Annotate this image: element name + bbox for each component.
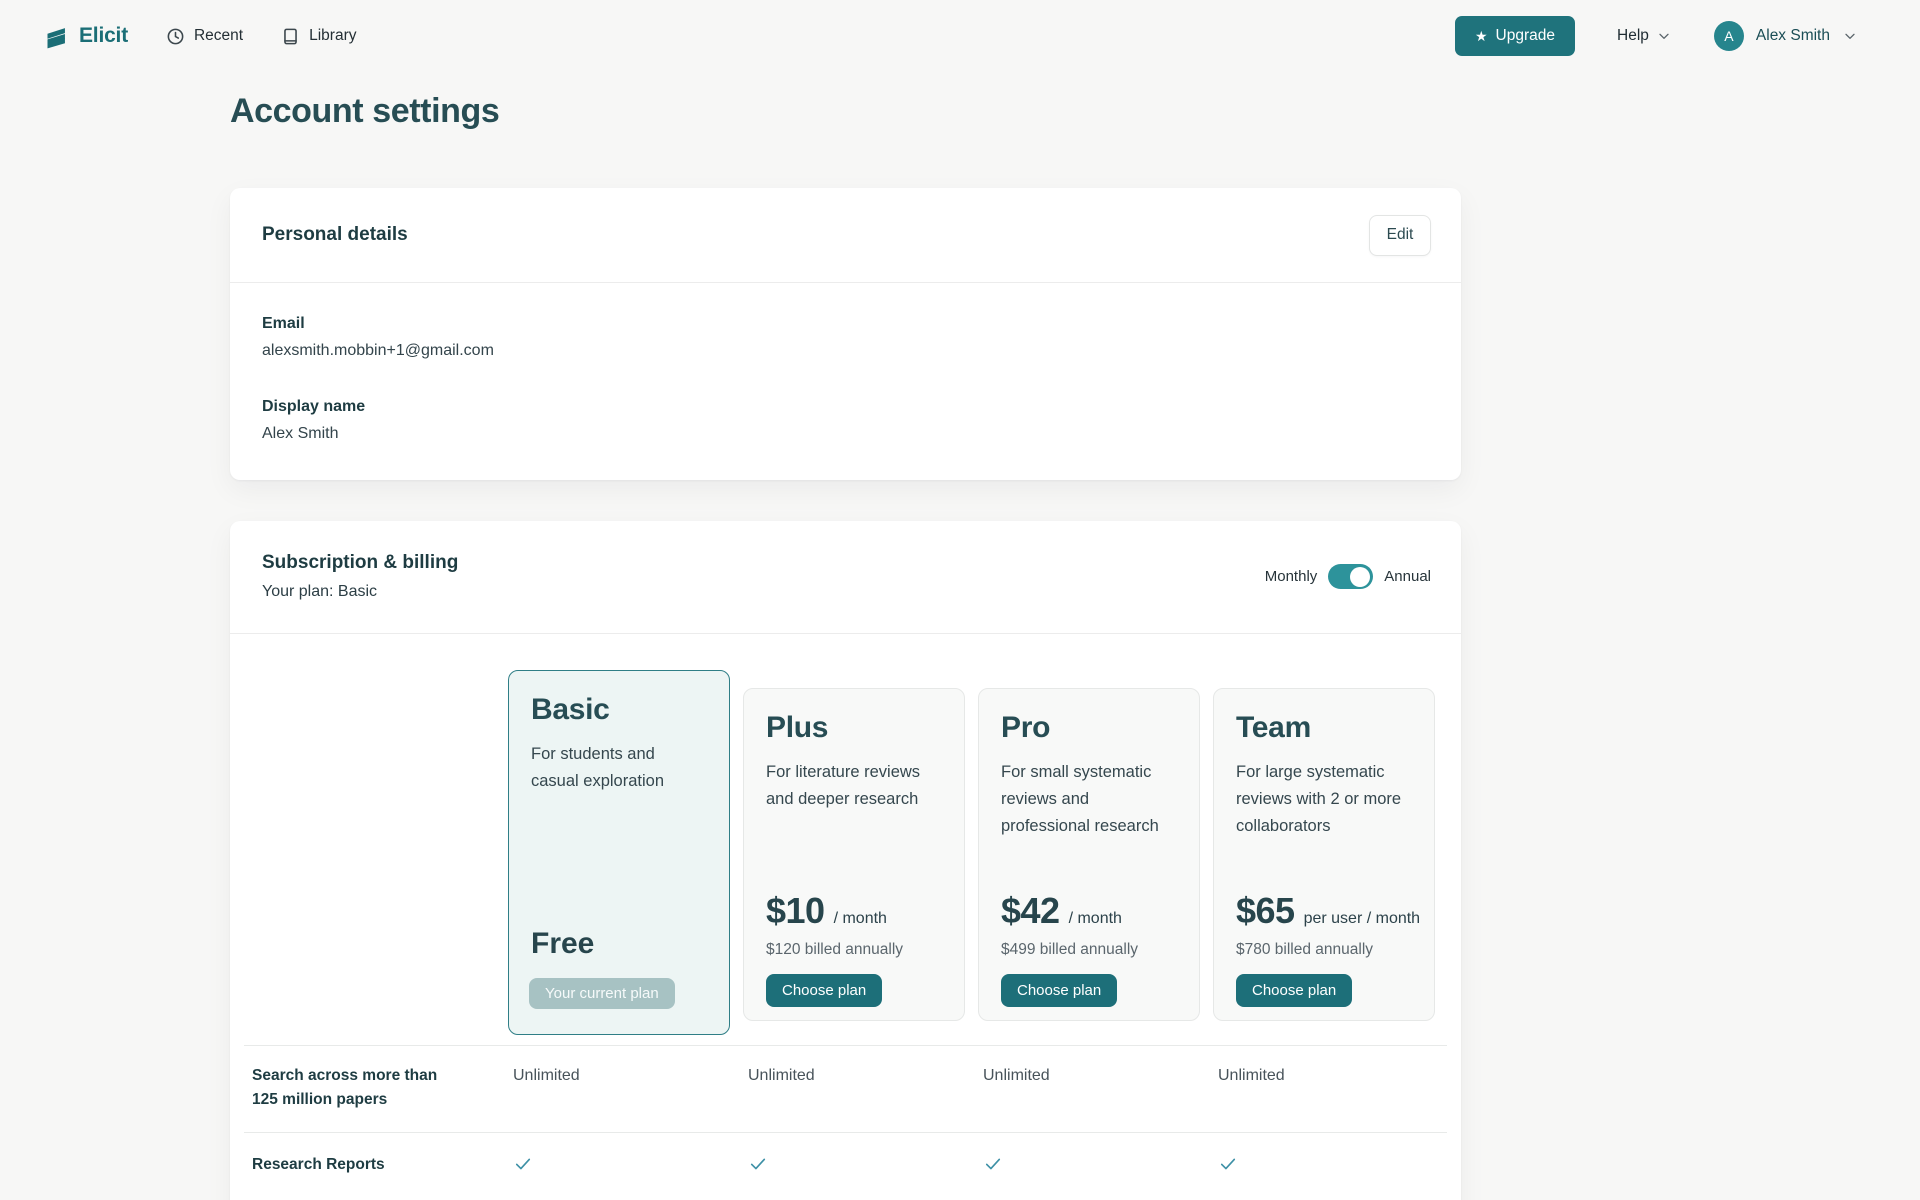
plan-price: $42: [1001, 890, 1060, 932]
check-icon: [748, 1154, 768, 1174]
choose-plan-button-plus[interactable]: Choose plan: [766, 974, 882, 1007]
email-value: alexsmith.mobbin+1@gmail.com: [262, 340, 1429, 362]
check-icon: [983, 1154, 1003, 1174]
clock-icon: [166, 27, 185, 46]
plan-billed-note: $499 billed annually: [1001, 941, 1138, 959]
plan-card-team: Team For large systematic reviews with 2…: [1213, 688, 1435, 1021]
plan-name: Pro: [1001, 711, 1177, 745]
check-icon: [513, 1154, 533, 1174]
book-icon: [281, 27, 300, 46]
nav-item-library[interactable]: Library: [281, 27, 356, 46]
plan-description: For literature reviews and deeper resear…: [766, 759, 938, 813]
choose-plan-button-pro[interactable]: Choose plan: [1001, 974, 1117, 1007]
plan-billed-note: $780 billed annually: [1236, 941, 1420, 959]
plan-card-plus: Plus For literature reviews and deeper r…: [743, 688, 965, 1021]
table-row-search-papers: Search across more than 125 million pape…: [244, 1046, 1447, 1133]
user-name: Alex Smith: [1756, 27, 1830, 45]
monthly-label: Monthly: [1265, 568, 1318, 585]
plan-billed-note: $120 billed annually: [766, 941, 903, 959]
choose-plan-button-team[interactable]: Choose plan: [1236, 974, 1352, 1007]
page-title: Account settings: [230, 92, 499, 131]
feature-value-pro: Unlimited: [983, 1064, 1218, 1112]
display-name-label: Display name: [262, 396, 1429, 418]
elicit-logo-icon: [43, 23, 70, 50]
plan-price-suffix: / month: [834, 910, 887, 928]
billing-period-toggle-group: Monthly Annual: [1265, 564, 1431, 589]
plan-description: For small systematic reviews and profess…: [1001, 759, 1173, 840]
nav-item-recent-label: Recent: [194, 27, 243, 45]
brand-name: Elicit: [79, 24, 128, 48]
plan-price-suffix: / month: [1069, 910, 1122, 928]
nav-item-recent[interactable]: Recent: [166, 27, 243, 46]
nav-item-library-label: Library: [309, 27, 356, 45]
chevron-down-icon: [1656, 28, 1672, 44]
personal-details-card: Personal details Edit Email alexsmith.mo…: [230, 188, 1461, 480]
elicit-logo[interactable]: Elicit: [43, 23, 128, 50]
plans-row: Basic For students and casual exploratio…: [508, 670, 1435, 1035]
table-row-research-reports: Research Reports: [244, 1133, 1447, 1200]
feature-label: Search across more than 125 million pape…: [252, 1064, 452, 1112]
feature-comparison-table: Search across more than 125 million pape…: [244, 1045, 1447, 1200]
subscription-header: Subscription & billing Your plan: Basic …: [230, 521, 1461, 634]
current-plan-pill: Your current plan: [529, 978, 675, 1009]
account-menu[interactable]: A Alex Smith: [1714, 21, 1858, 51]
plan-price: $10: [766, 890, 825, 932]
upgrade-button[interactable]: ★ Upgrade: [1455, 16, 1575, 56]
feature-value-plus: Unlimited: [748, 1064, 983, 1112]
feature-label: Research Reports: [252, 1153, 452, 1200]
plan-description: For large systematic reviews with 2 or m…: [1236, 759, 1408, 840]
annual-label: Annual: [1384, 568, 1431, 585]
email-label: Email: [262, 313, 1429, 335]
edit-button[interactable]: Edit: [1369, 215, 1431, 256]
billing-period-switch[interactable]: [1328, 564, 1373, 589]
current-plan-text: Your plan: Basic: [262, 583, 458, 601]
plan-name: Plus: [766, 711, 942, 745]
subscription-title: Subscription & billing: [262, 552, 458, 574]
help-menu[interactable]: Help: [1617, 27, 1672, 45]
plan-name: Team: [1236, 711, 1412, 745]
feature-value-basic: Unlimited: [513, 1064, 748, 1112]
plan-price-suffix: per user / month: [1304, 910, 1421, 928]
check-icon: [1218, 1154, 1238, 1174]
plan-price: Free: [531, 927, 594, 961]
plan-description: For students and casual exploration: [531, 741, 703, 795]
switch-knob: [1350, 567, 1370, 587]
plan-price: $65: [1236, 890, 1295, 932]
top-nav: Elicit Recent Library ★ Upgrade: [0, 0, 1920, 72]
subscription-billing-card: Subscription & billing Your plan: Basic …: [230, 521, 1461, 1200]
display-name-field: Display name Alex Smith: [262, 396, 1429, 445]
chevron-down-icon: [1842, 28, 1858, 44]
feature-value-team: Unlimited: [1218, 1064, 1447, 1112]
star-icon: ★: [1475, 29, 1488, 43]
avatar: A: [1714, 21, 1744, 51]
plan-card-pro: Pro For small systematic reviews and pro…: [978, 688, 1200, 1021]
upgrade-label: Upgrade: [1496, 27, 1555, 45]
display-name-value: Alex Smith: [262, 423, 1429, 445]
email-field: Email alexsmith.mobbin+1@gmail.com: [262, 313, 1429, 362]
help-label: Help: [1617, 27, 1649, 45]
personal-details-header: Personal details Edit: [230, 188, 1461, 283]
personal-details-title: Personal details: [262, 224, 408, 246]
plan-name: Basic: [531, 693, 707, 727]
plan-card-basic: Basic For students and casual exploratio…: [508, 670, 730, 1035]
